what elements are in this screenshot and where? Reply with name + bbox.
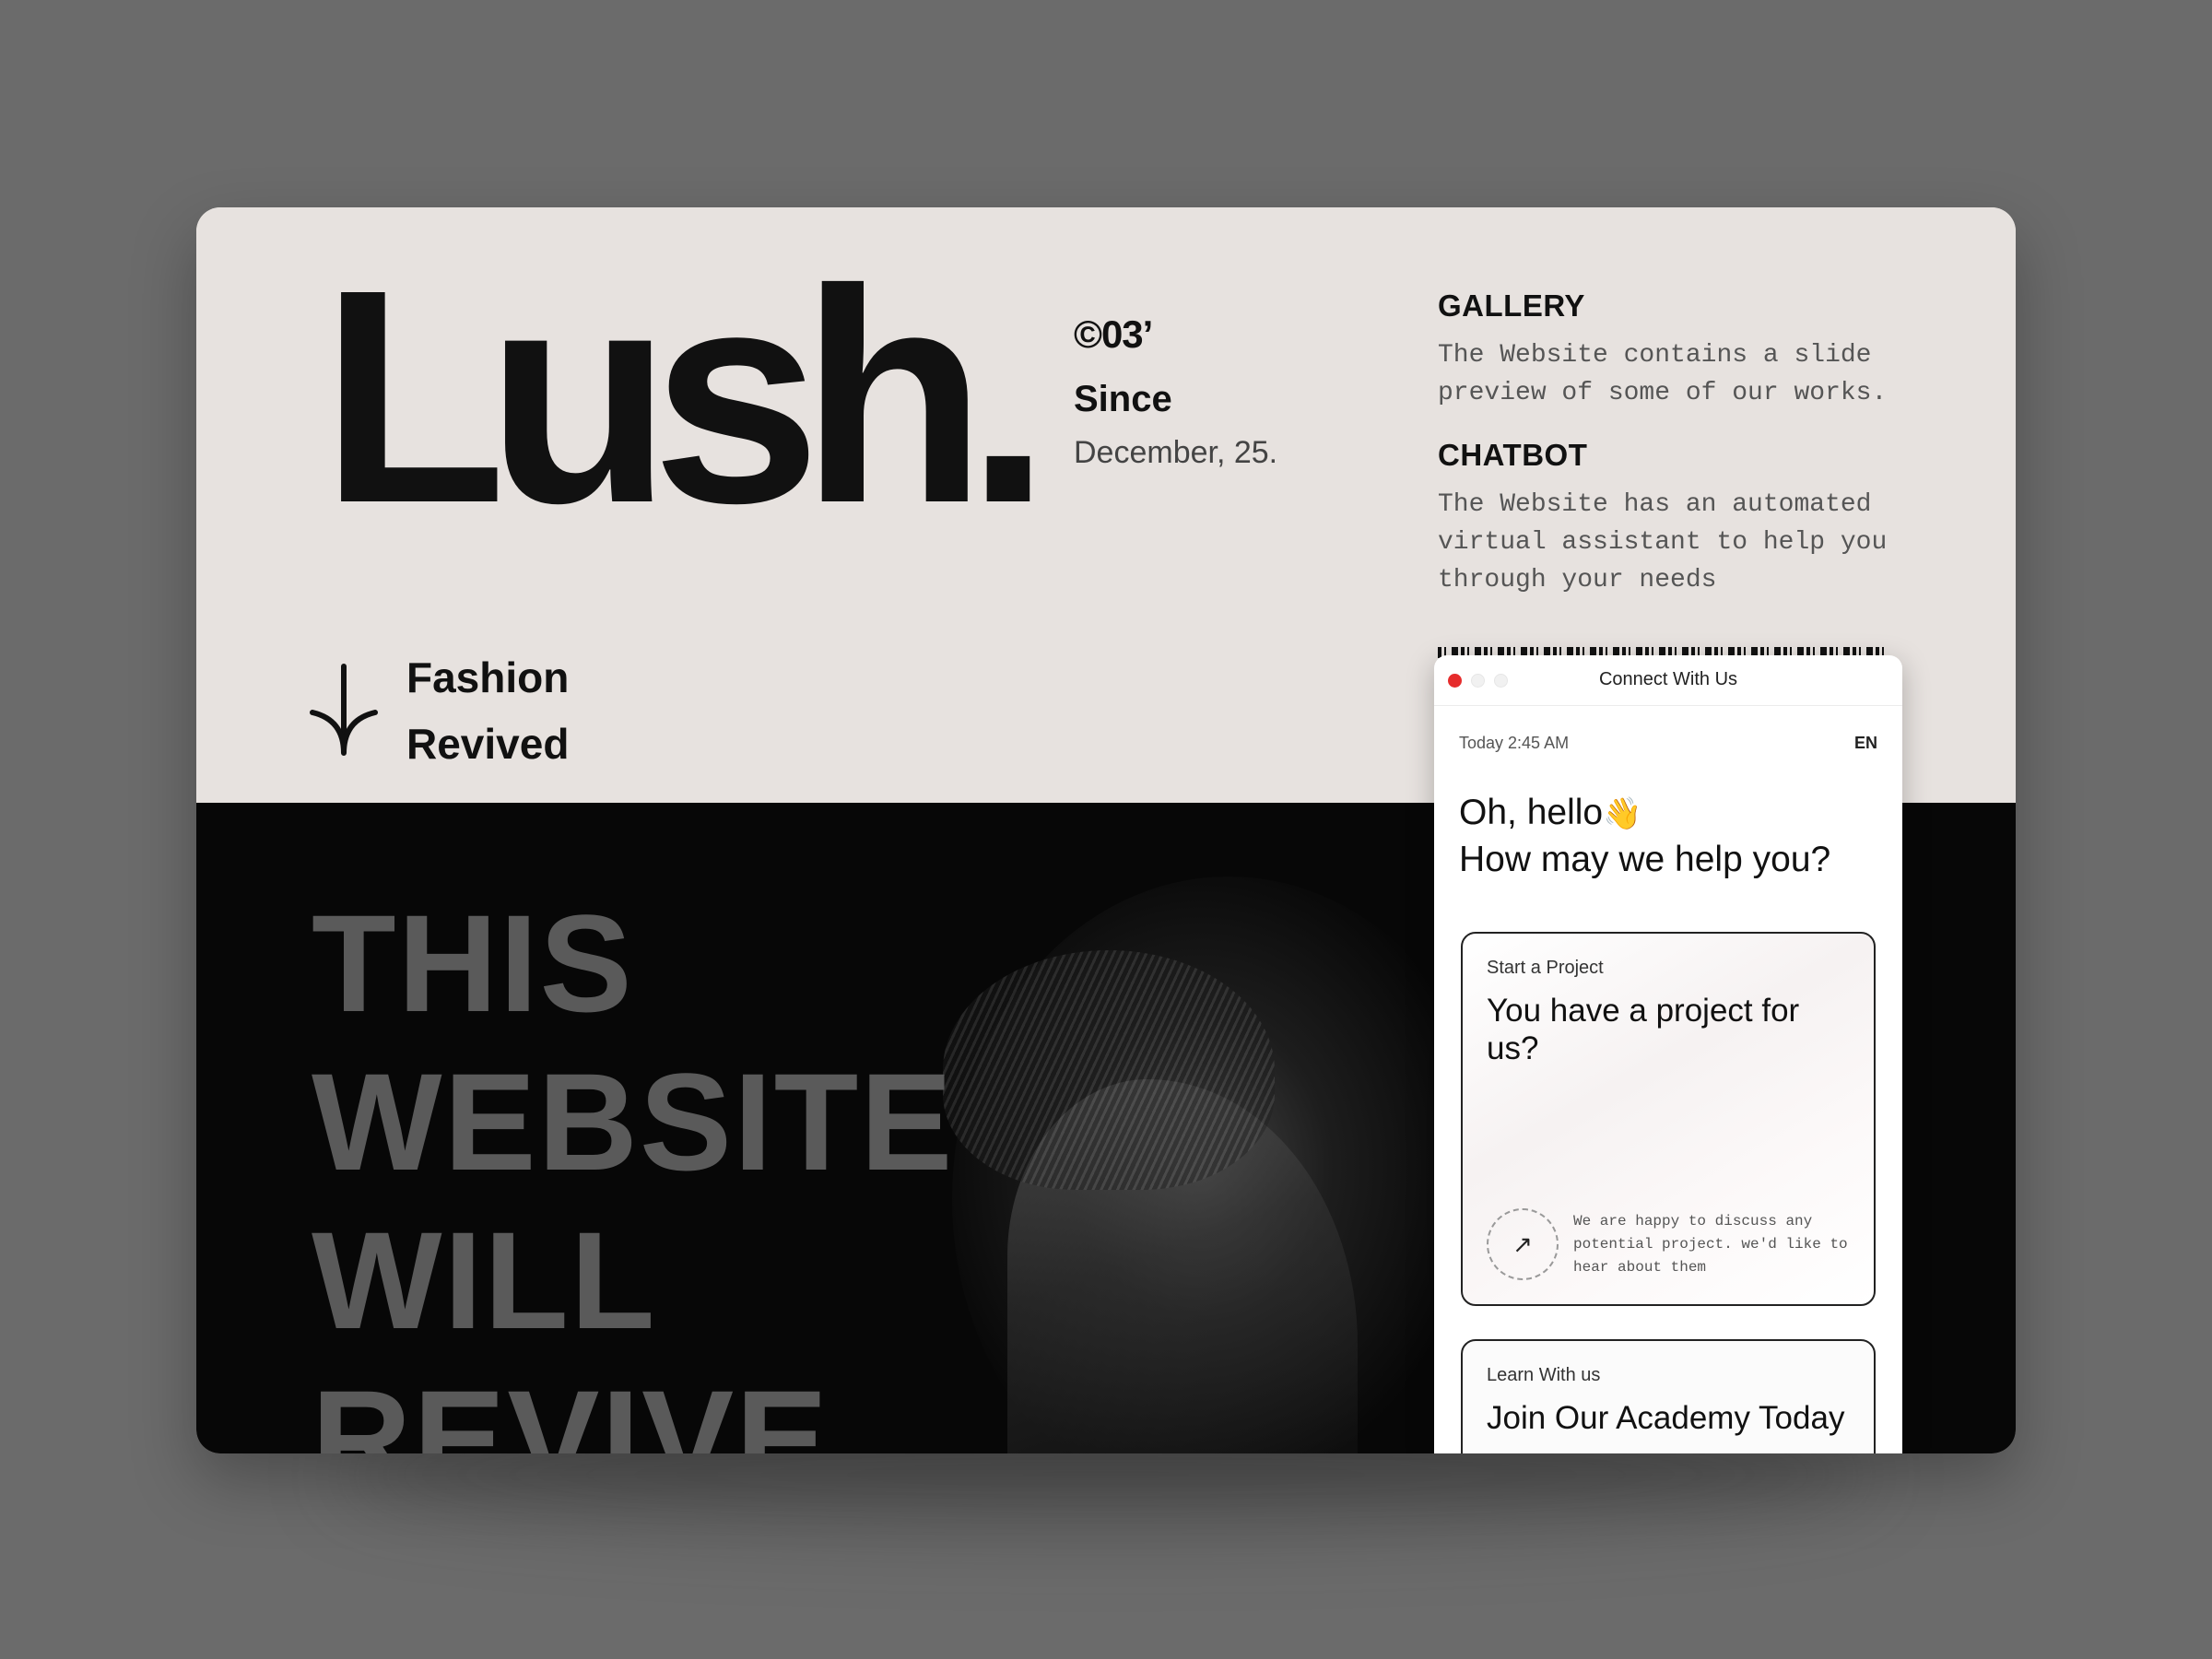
- arrow-down-icon: [310, 664, 378, 756]
- chat-info-row: Today 2:45 AM EN: [1434, 706, 1902, 753]
- feature-text: The Website has an automated virtual ass…: [1438, 490, 1888, 594]
- brand-logo[interactable]: Lush.: [321, 244, 1051, 548]
- language-switch[interactable]: EN: [1854, 734, 1877, 753]
- card-footer: ↗ We are happy to discuss any potential …: [1487, 1208, 1850, 1280]
- since-label: Since: [1074, 379, 1172, 419]
- brand-code: ©03’: [1074, 312, 1153, 356]
- hero-headline: THIS WEBSITE WILL REVIVE: [312, 884, 954, 1453]
- arrow-up-right-icon[interactable]: ↗: [1487, 1208, 1559, 1280]
- brand-meta: ©03’ Since December, 25.: [1074, 312, 1277, 471]
- feature-text: The Website contains a slide preview of …: [1438, 341, 1888, 407]
- academy-card[interactable]: Learn With us Join Our Academy Today: [1461, 1339, 1876, 1453]
- hero-line: WILL: [312, 1203, 657, 1358]
- chat-timestamp: Today 2:45 AM: [1459, 734, 1570, 752]
- tagline: Fashion Revived: [307, 644, 569, 777]
- feature-gallery: GALLERY The Website contains a slide pre…: [1438, 288, 1917, 412]
- feature-title: GALLERY: [1438, 288, 1585, 323]
- hero-photo-hair: [943, 950, 1275, 1190]
- feature-title: CHATBOT: [1438, 438, 1588, 472]
- tagline-text: Fashion Revived: [406, 644, 569, 777]
- card-label: Learn With us: [1487, 1365, 1601, 1385]
- card-description: We are happy to discuss any potential pr…: [1573, 1212, 1848, 1276]
- greeting-line: Oh, hello: [1459, 793, 1604, 832]
- hero-line: WEBSITE: [312, 1044, 955, 1199]
- since-date: December, 25.: [1074, 435, 1278, 470]
- chat-title: Connect With Us: [1598, 669, 1738, 689]
- card-title: Join Our Academy Today: [1487, 1400, 1845, 1436]
- card-label: Start a Project: [1487, 958, 1604, 978]
- chat-greeting: Oh, hello👋 How may we help you?: [1434, 753, 1902, 883]
- chat-header: Connect With Us: [1434, 655, 1902, 706]
- chat-widget[interactable]: Connect With Us Today 2:45 AM EN Oh, hel…: [1434, 655, 1902, 1453]
- greeting-line: How may we help you?: [1459, 840, 1831, 879]
- tagline-line: Fashion: [406, 653, 570, 701]
- feature-chatbot: CHATBOT The Website has an automated vir…: [1438, 438, 1917, 599]
- card-title: You have a project for us?: [1487, 993, 1800, 1066]
- start-project-card[interactable]: Start a Project You have a project for u…: [1461, 932, 1876, 1306]
- tagline-line: Revived: [406, 720, 570, 768]
- waving-hand-icon: 👋: [1603, 796, 1642, 831]
- hero-line: REVIVE: [312, 1361, 830, 1453]
- website-preview: Lush. ©03’ Since December, 25. GALLERY T…: [196, 207, 2016, 1453]
- hero-line: THIS: [312, 886, 634, 1041]
